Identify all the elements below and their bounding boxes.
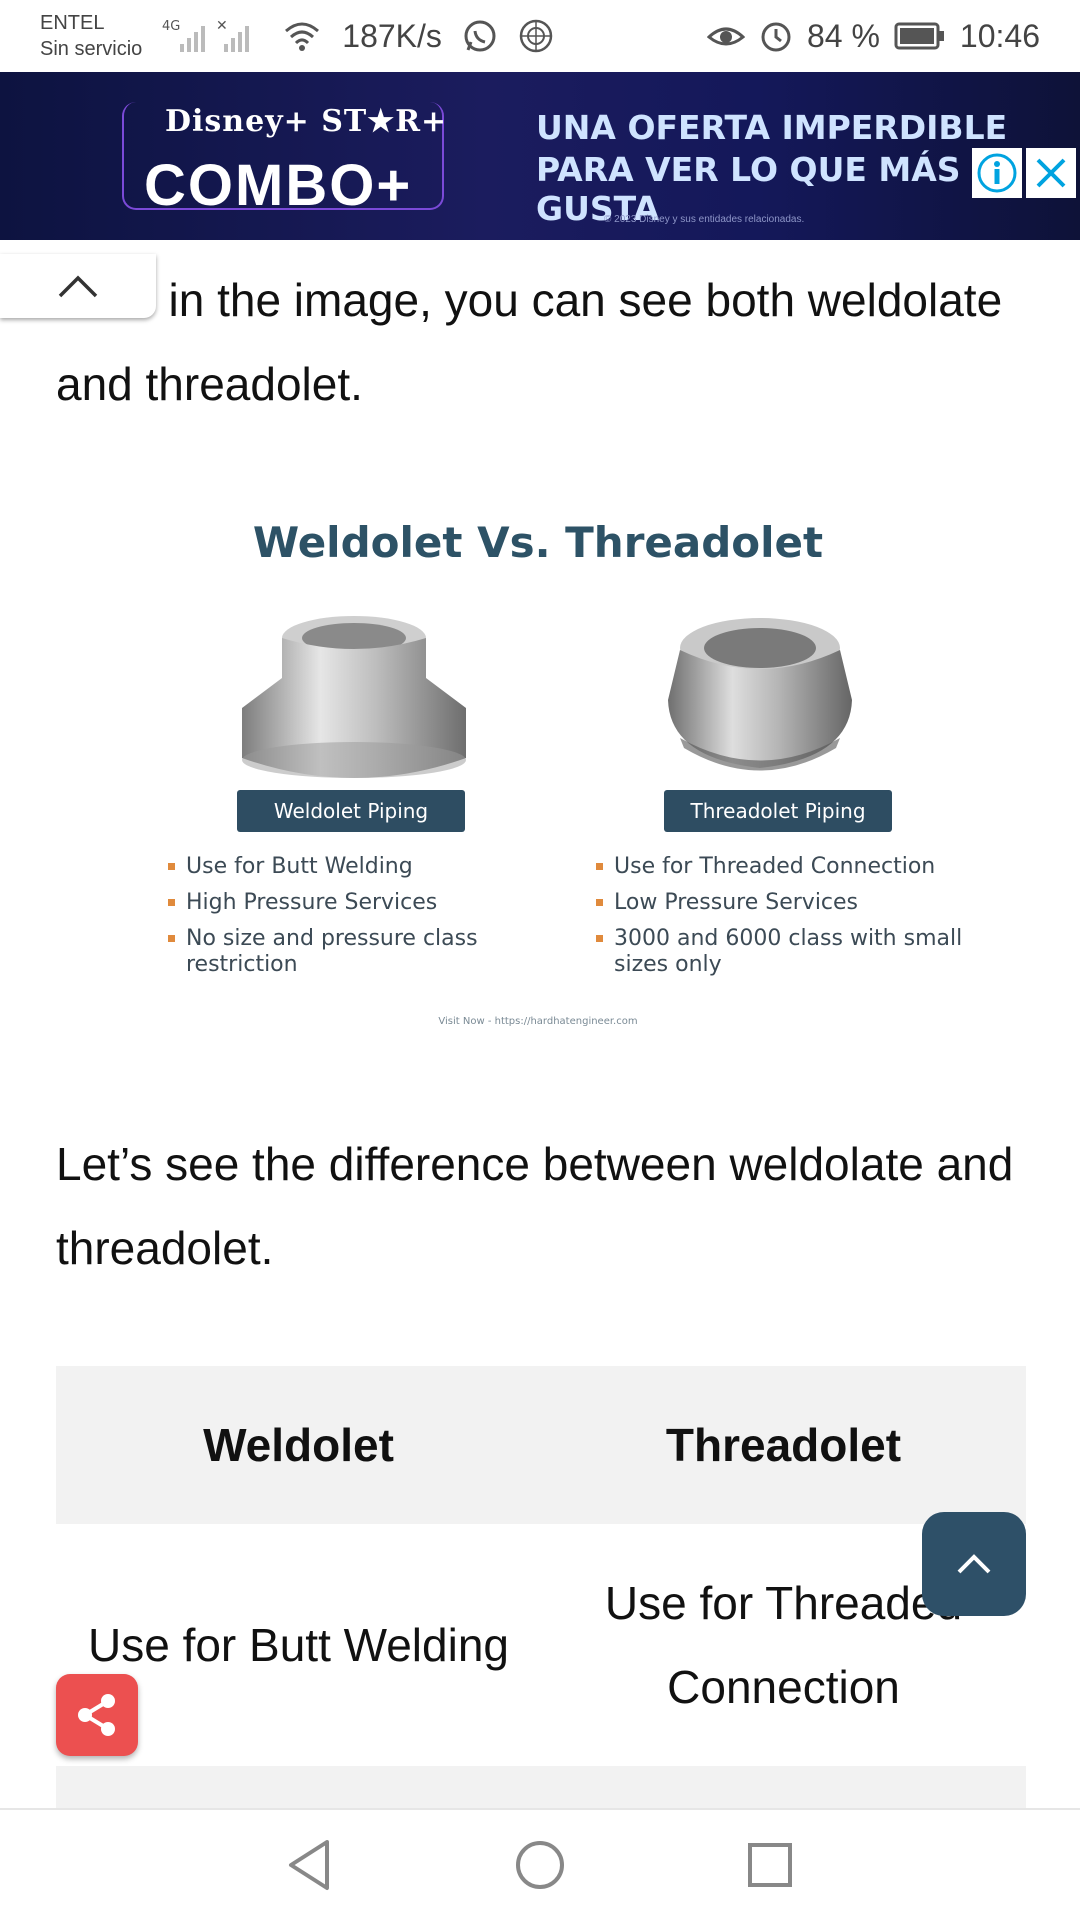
weldolet-label: Weldolet Piping <box>237 790 465 832</box>
list-item: Use for Threaded Connection <box>596 854 976 880</box>
threadolet-label: Threadolet Piping <box>664 790 892 832</box>
table-header-threadolet: Threadolet <box>665 1419 902 1471</box>
ad-close-icon[interactable] <box>1026 148 1076 198</box>
recents-square-icon <box>748 1843 792 1887</box>
status-right: 84 % 10:46 <box>706 17 1040 55</box>
back-triangle-icon <box>289 1840 329 1890</box>
weldolet-fitting-image <box>242 616 466 778</box>
battery-icon <box>894 21 946 51</box>
list-item: Low Pressure Services <box>596 890 976 916</box>
ad-banner[interactable]: Disney+ ST★R+ COMBO+ UNA OFERTA IMPERDIB… <box>0 72 1080 240</box>
service-status: Sin servicio <box>40 38 143 60</box>
share-icon <box>78 1694 115 1736</box>
ad-legal-text: © 2023 Disney y sus entidades relacionad… <box>604 214 805 225</box>
article-paragraph: Let’s see the difference between weldola… <box>56 1138 1014 1274</box>
table-header-row: Weldolet Threadolet <box>56 1366 1026 1524</box>
eye-icon <box>706 21 745 51</box>
list-item: Use for Butt Welding <box>168 854 498 880</box>
list-item: 3000 and 6000 class with small sizes onl… <box>596 926 976 978</box>
nav-recents-button[interactable] <box>735 1830 805 1900</box>
network-type: 4G <box>162 19 180 34</box>
carrier-info: ENTEL Sin servicio <box>40 10 142 62</box>
nav-back-button[interactable] <box>275 1830 345 1900</box>
weldolet-points: Use for Butt Welding High Pressure Servi… <box>168 854 498 988</box>
share-button[interactable] <box>56 1674 138 1756</box>
threadolet-points: Use for Threaded Connection Low Pressure… <box>596 854 976 988</box>
whatsapp-icon <box>462 18 498 54</box>
svg-text:✕: ✕ <box>216 18 228 34</box>
carrier-name: ENTEL <box>40 12 105 34</box>
chevron-up-icon <box>957 1554 991 1574</box>
list-item: No size and pressure class restriction <box>168 926 498 978</box>
table-row: Use for Butt Welding Use for Threaded Co… <box>56 1524 1026 1766</box>
vpn-globe-icon <box>518 18 554 54</box>
status-left: ENTEL Sin servicio 4G ✕ 187K/s <box>40 10 554 62</box>
table-header-weldolet: Weldolet <box>203 1419 394 1471</box>
ad-brand: Disney+ ST★R+ <box>165 104 448 139</box>
scroll-to-top-button[interactable] <box>922 1512 1026 1616</box>
wifi-icon <box>282 19 322 53</box>
article-paragraph: Here in the image, you can see both weld… <box>56 258 1036 426</box>
comparison-table: Weldolet Threadolet Use for Butt Welding… <box>56 1366 1026 1816</box>
paragraph-text: in the image, you can see both weldolate… <box>56 274 1003 410</box>
image-title: Weldolet Vs. Threadolet <box>252 518 824 567</box>
ad-info-icon[interactable] <box>972 148 1022 198</box>
ad-headline-1: UNA OFERTA IMPERDIBLE <box>536 108 1008 147</box>
threadolet-fitting-image <box>668 618 852 771</box>
signal-icon: 4G ✕ <box>162 16 262 56</box>
clock: 10:46 <box>959 17 1040 54</box>
chevron-up-icon <box>58 275 98 298</box>
battery-percent: 84 % <box>806 17 880 54</box>
nav-home-button[interactable] <box>505 1830 575 1900</box>
comparison-image: Weldolet Vs. Threadolet Weldolet Piping … <box>56 504 1020 1044</box>
list-item: High Pressure Services <box>168 890 498 916</box>
ad-combo-title: COMBO+ <box>144 153 413 218</box>
alarm-icon <box>759 19 793 53</box>
collapse-ad-button[interactable] <box>0 254 156 318</box>
network-speed: 187K/s <box>342 17 442 54</box>
home-circle-icon <box>516 1841 564 1889</box>
system-nav-bar <box>0 1808 1080 1920</box>
status-bar: ENTEL Sin servicio 4G ✕ 187K/s 84 % 10:4… <box>0 0 1080 72</box>
image-footer: Visit Now - https://hardhatengineer.com <box>438 1016 638 1027</box>
